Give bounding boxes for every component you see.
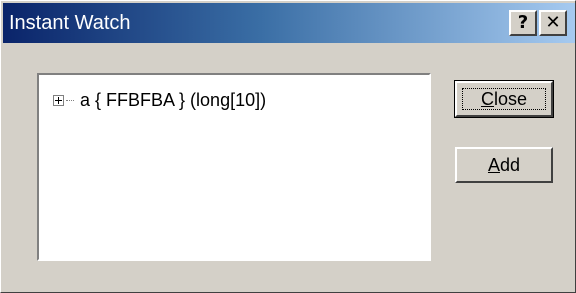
instant-watch-dialog: Instant Watch ? ✕ a { FFBFBA } (long[10]… xyxy=(0,0,576,293)
watch-tree-view[interactable]: a { FFBFBA } (long[10]) xyxy=(37,73,431,261)
tree-item-label: a { FFBFBA } (long[10]) xyxy=(80,89,267,110)
focus-rectangle xyxy=(462,88,546,110)
tree-connector xyxy=(66,99,74,101)
help-icon: ? xyxy=(517,12,529,33)
title-bar[interactable]: Instant Watch ? ✕ xyxy=(3,3,575,43)
help-button[interactable]: ? xyxy=(509,10,537,36)
close-icon: ✕ xyxy=(545,12,561,33)
close-button[interactable]: Close xyxy=(454,80,554,118)
title-close-button[interactable]: ✕ xyxy=(539,10,567,36)
window-title: Instant Watch xyxy=(9,12,131,34)
add-button[interactable]: Add xyxy=(455,147,553,183)
tree-item[interactable]: a { FFBFBA } (long[10]) xyxy=(53,89,266,111)
add-button-label: Add xyxy=(487,155,521,175)
expand-icon[interactable] xyxy=(53,94,64,106)
